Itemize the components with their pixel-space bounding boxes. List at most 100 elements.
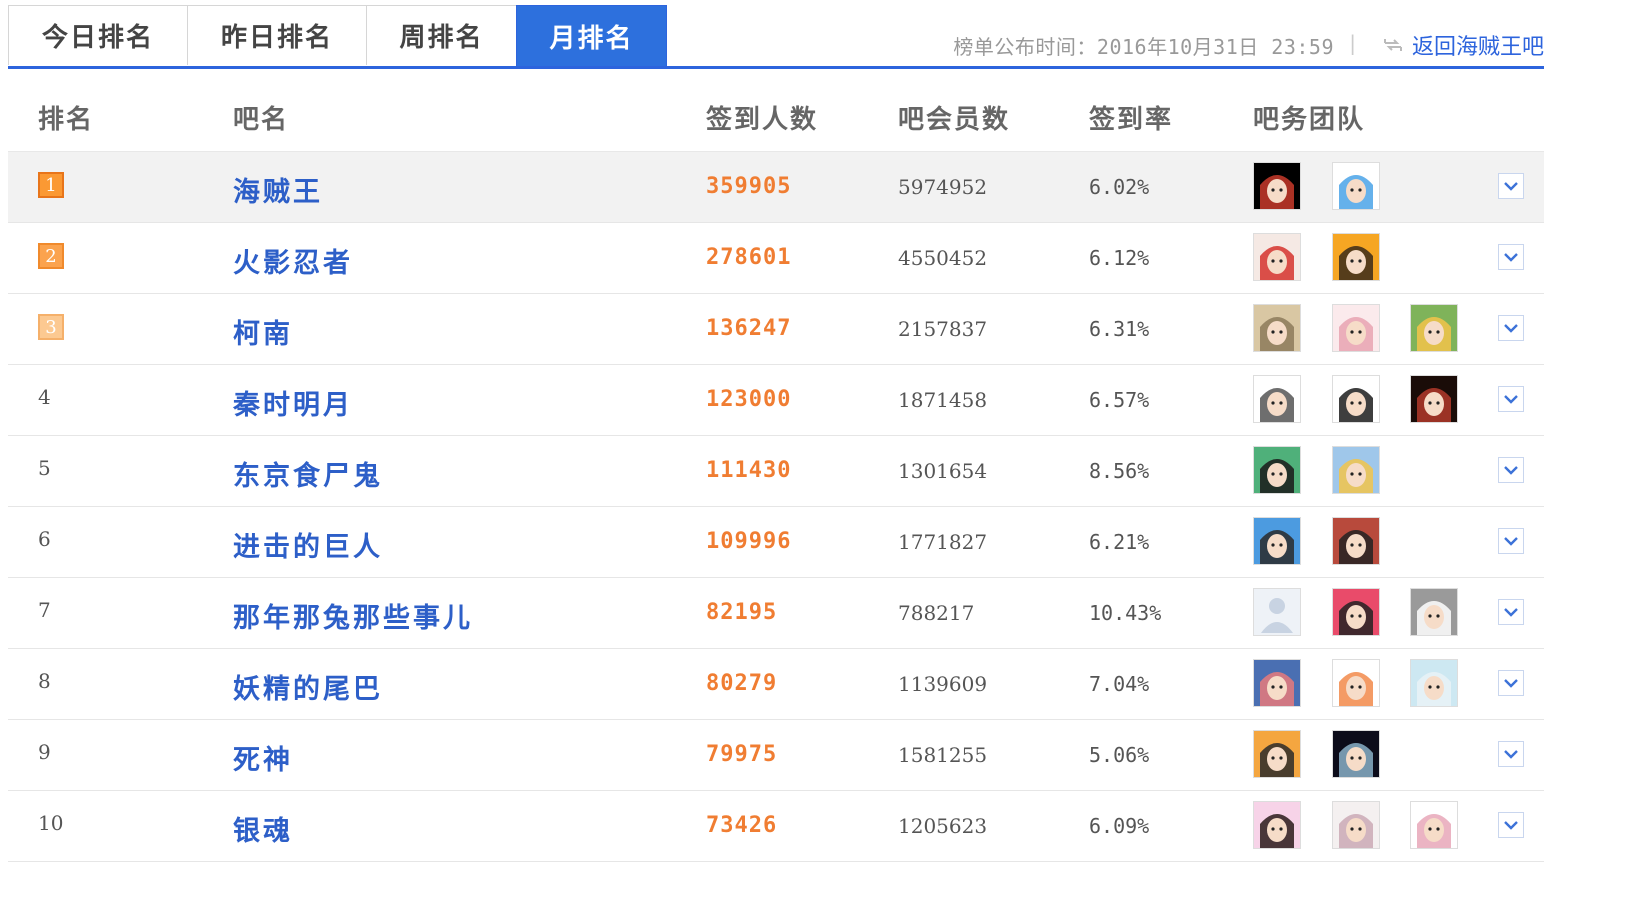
rabbit-avatar (1411, 589, 1457, 635)
table-row: 3 柯南 136247 2157837 6.31% (8, 294, 1544, 365)
member-count: 1139609 (898, 672, 988, 696)
pink-hair-boy-avatar (1254, 660, 1300, 706)
sign-rate: 6.09% (1089, 814, 1150, 838)
header-members: 吧会员数 (898, 105, 1011, 135)
forum-name-link[interactable]: 东京食尸鬼 (233, 454, 383, 493)
header-rank: 排名 (38, 105, 95, 135)
tab-week[interactable]: 周排名 (366, 5, 517, 65)
forum-name-link[interactable]: 妖精的尾巴 (233, 667, 383, 706)
admin-avatar[interactable] (1410, 588, 1458, 636)
dark-hair-avatar (1333, 518, 1379, 564)
red-hair-avatar (1254, 234, 1300, 280)
sign-count: 109996 (706, 529, 792, 554)
admin-avatar[interactable] (1253, 517, 1301, 565)
ranking-tabs: 今日排名 昨日排名 周排名 月排名 榜单公布时间：2016年10月31日 23:… (8, 5, 1544, 69)
ranking-table: 排名 吧名 签到人数 吧会员数 签到率 吧务团队 1 海贼王 359905 59749… (8, 79, 1544, 862)
rank-number: 5 (38, 456, 51, 480)
admin-avatar[interactable] (1253, 801, 1301, 849)
forum-name-link[interactable]: 柯南 (233, 312, 293, 351)
admin-avatar[interactable] (1410, 659, 1458, 707)
admin-avatar[interactable] (1253, 233, 1301, 281)
dark-woman-avatar (1411, 376, 1457, 422)
admin-avatar[interactable] (1332, 162, 1380, 210)
admin-avatar[interactable] (1332, 446, 1380, 494)
expand-button[interactable] (1498, 599, 1524, 625)
member-count: 2157837 (898, 317, 988, 341)
sign-count: 80279 (706, 671, 778, 696)
admin-avatar[interactable] (1253, 588, 1301, 636)
admin-avatar[interactable] (1332, 801, 1380, 849)
sketch-boy-avatar (1333, 660, 1379, 706)
admin-avatar[interactable] (1332, 517, 1380, 565)
admin-avatar[interactable] (1410, 375, 1458, 423)
tab-month[interactable]: 月排名 (516, 5, 667, 66)
member-count: 788217 (898, 601, 975, 625)
sketch-girl-avatar (1411, 802, 1457, 848)
admin-avatar[interactable] (1253, 446, 1301, 494)
admin-avatar[interactable] (1332, 730, 1380, 778)
table-row: 4 秦时明月 123000 1871458 6.57% (8, 365, 1544, 436)
forum-name-link[interactable]: 火影忍者 (233, 241, 353, 280)
expand-button[interactable] (1498, 315, 1524, 341)
sign-count: 136247 (706, 316, 792, 341)
rank-number: 8 (38, 669, 51, 693)
admin-avatar[interactable] (1253, 730, 1301, 778)
tab-today[interactable]: 今日排名 (8, 5, 188, 65)
admin-avatar[interactable] (1332, 659, 1380, 707)
chevron-down-icon (1504, 466, 1518, 475)
back-link[interactable]: 返回海贼王吧 (1382, 29, 1544, 61)
member-count: 1771827 (898, 530, 988, 554)
chevron-down-icon (1504, 608, 1518, 617)
forum-name-link[interactable]: 海贼王 (233, 170, 323, 209)
admin-avatar[interactable] (1253, 659, 1301, 707)
expand-button[interactable] (1498, 741, 1524, 767)
expand-button[interactable] (1498, 457, 1524, 483)
sign-count: 73426 (706, 813, 778, 838)
admin-avatar[interactable] (1253, 375, 1301, 423)
sign-rate: 6.31% (1089, 317, 1150, 341)
sign-count: 82195 (706, 600, 778, 625)
back-link-label: 返回海贼王吧 (1411, 35, 1544, 60)
forum-name-link[interactable]: 秦时明月 (233, 383, 353, 422)
luffy-avatar (1254, 163, 1300, 209)
blonde-boy-avatar (1333, 447, 1379, 493)
sign-rate: 10.43% (1089, 601, 1162, 625)
admin-avatar[interactable] (1332, 375, 1380, 423)
forum-name-link[interactable]: 那年那兔那些事儿 (233, 596, 473, 635)
sign-count: 123000 (706, 387, 792, 412)
refresh-arrows-icon (1383, 39, 1402, 51)
blonde-girl-avatar (1411, 305, 1457, 351)
admin-avatar[interactable] (1410, 304, 1458, 352)
admin-avatar[interactable] (1253, 162, 1301, 210)
sign-rate: 6.57% (1089, 388, 1150, 412)
sign-count: 111430 (706, 458, 792, 483)
table-row: 8 妖精的尾巴 80279 1139609 7.04% (8, 649, 1544, 720)
long-hair-avatar (1333, 802, 1379, 848)
admin-avatar[interactable] (1253, 304, 1301, 352)
expand-button[interactable] (1498, 173, 1524, 199)
expand-button[interactable] (1498, 670, 1524, 696)
pink-frame-girl-avatar (1254, 802, 1300, 848)
forum-name-link[interactable]: 银魂 (233, 809, 293, 848)
expand-button[interactable] (1498, 244, 1524, 270)
admin-avatar[interactable] (1332, 588, 1380, 636)
chevron-down-icon (1504, 253, 1518, 262)
table-row: 9 死神 79975 1581255 5.06% (8, 720, 1544, 791)
member-count: 5974952 (898, 175, 988, 199)
admin-avatar[interactable] (1410, 801, 1458, 849)
expand-button[interactable] (1498, 812, 1524, 838)
white-hair-avatar (1411, 660, 1457, 706)
member-count: 4550452 (898, 246, 988, 270)
admin-avatar[interactable] (1332, 233, 1380, 281)
table-row: 6 进击的巨人 109996 1771827 6.21% (8, 507, 1544, 578)
forum-name-link[interactable]: 进击的巨人 (233, 525, 383, 564)
forum-name-link[interactable]: 死神 (233, 738, 293, 777)
member-count: 1581255 (898, 743, 988, 767)
admin-avatar[interactable] (1332, 304, 1380, 352)
tab-yesterday[interactable]: 昨日排名 (187, 5, 367, 65)
expand-button[interactable] (1498, 386, 1524, 412)
rank-number: 10 (38, 811, 64, 835)
rank-number: 9 (38, 740, 51, 764)
sign-count: 79975 (706, 742, 778, 767)
expand-button[interactable] (1498, 528, 1524, 554)
